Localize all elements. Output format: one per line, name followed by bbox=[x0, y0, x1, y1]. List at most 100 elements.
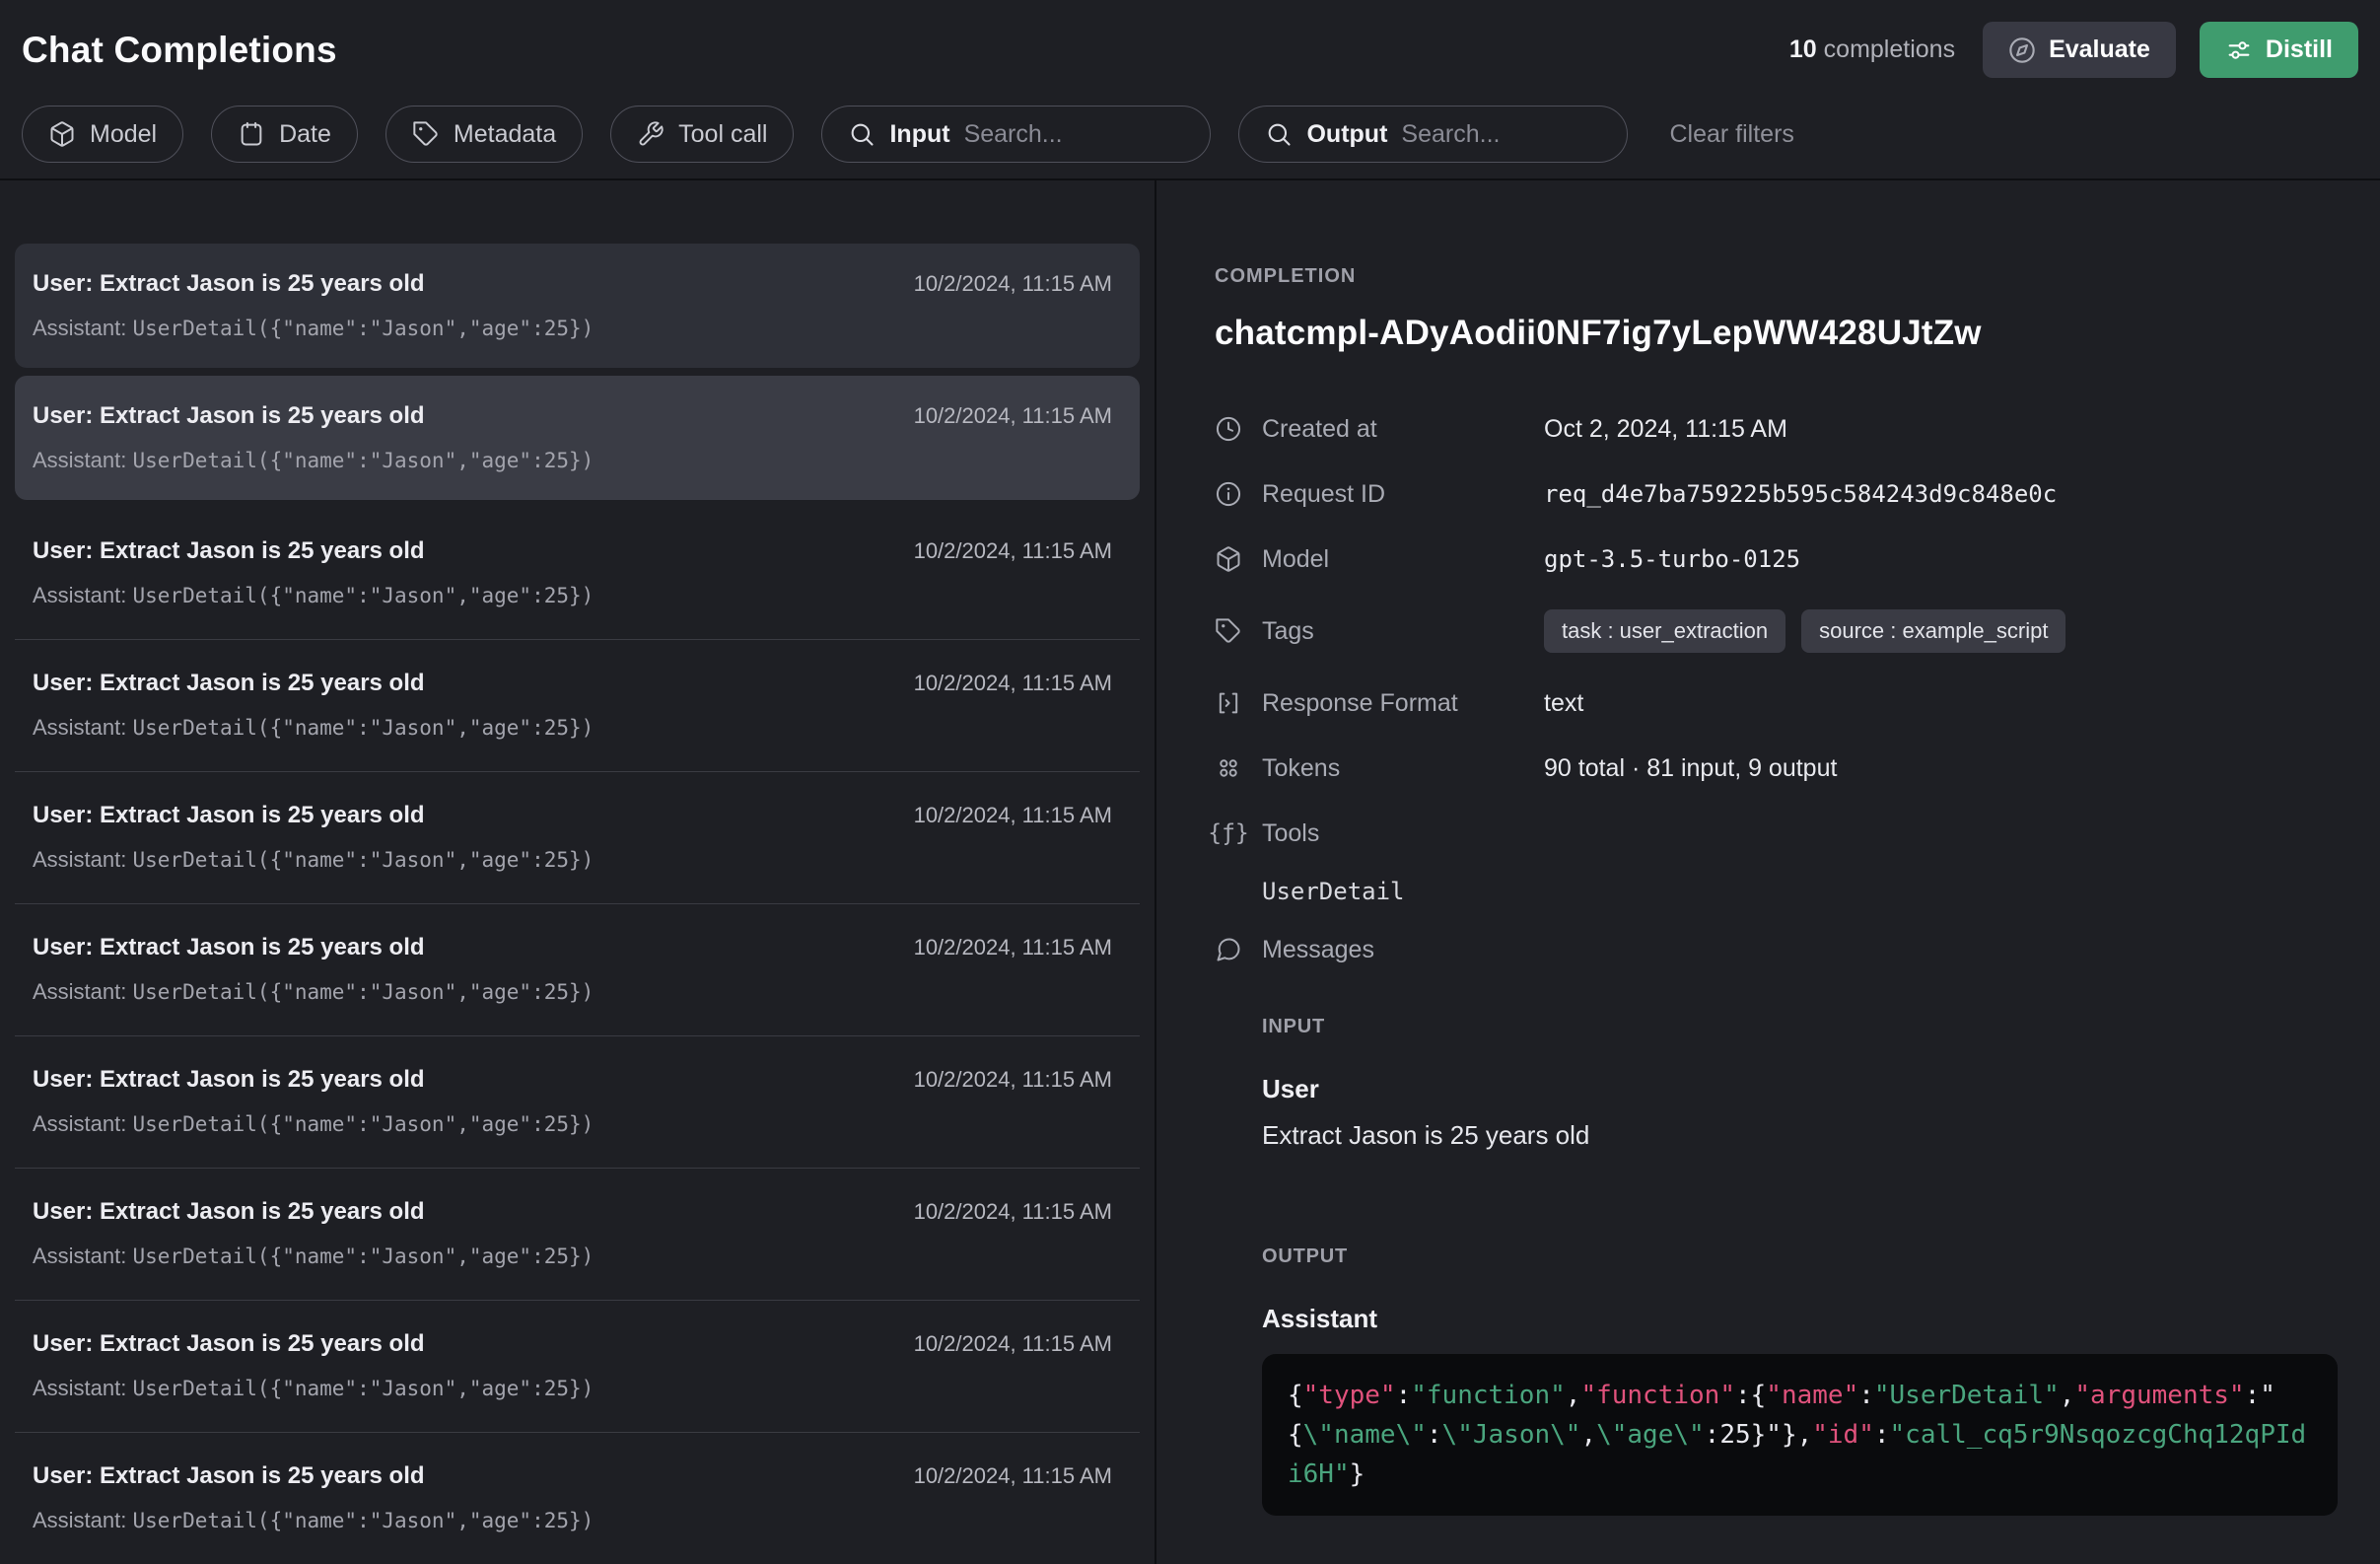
item-user-line: User: Extract Jason is 25 years old bbox=[33, 933, 425, 962]
output-search[interactable]: Output bbox=[1238, 106, 1628, 163]
sliders-icon bbox=[2225, 36, 2253, 64]
completion-list-item[interactable]: User: Extract Jason is 25 years old 10/2… bbox=[15, 1169, 1140, 1301]
info-icon bbox=[1215, 480, 1242, 508]
completion-list-item[interactable]: User: Extract Jason is 25 years old 10/2… bbox=[15, 1036, 1140, 1169]
tool-item: UserDetail bbox=[1262, 878, 2338, 905]
search-icon bbox=[848, 120, 875, 148]
item-timestamp: 10/2/2024, 11:15 AM bbox=[914, 671, 1112, 696]
item-user-line: User: Extract Jason is 25 years old bbox=[33, 401, 425, 431]
item-timestamp: 10/2/2024, 11:15 AM bbox=[914, 403, 1112, 429]
filter-pill-metadata[interactable]: Metadata bbox=[385, 106, 583, 163]
input-section-label: INPUT bbox=[1262, 1016, 2338, 1038]
request-id-value: req_d4e7ba759225b595c584243d9c848e0c bbox=[1544, 480, 2057, 508]
item-user-line: User: Extract Jason is 25 years old bbox=[33, 1065, 425, 1095]
completions-count: 10 completions bbox=[1789, 36, 1955, 64]
detail-row-created-at: Created at Oct 2, 2024, 11:15 AM bbox=[1215, 414, 2338, 444]
code-token: :{ bbox=[1735, 1381, 1766, 1410]
detail-row-request-id: Request ID req_d4e7ba759225b595c584243d9… bbox=[1215, 479, 2338, 509]
output-search-field[interactable] bbox=[1401, 120, 1601, 149]
item-user-line: User: Extract Jason is 25 years old bbox=[33, 269, 425, 299]
input-role: User bbox=[1262, 1074, 2338, 1104]
item-timestamp: 10/2/2024, 11:15 AM bbox=[914, 538, 1112, 564]
compass-icon bbox=[2008, 36, 2036, 64]
completions-list: User: Extract Jason is 25 years old 10/2… bbox=[0, 180, 1156, 1564]
detail-row-tools: {ƒ} Tools bbox=[1215, 818, 2338, 848]
tag-chip: source : example_script bbox=[1801, 609, 2065, 653]
item-user-line: User: Extract Jason is 25 years old bbox=[33, 1197, 425, 1227]
completion-list-item[interactable]: User: Extract Jason is 25 years old 10/2… bbox=[15, 244, 1140, 368]
item-assistant-line: Assistant: UserDetail({"name":"Jason","a… bbox=[33, 1110, 1112, 1138]
distill-button[interactable]: Distill bbox=[2200, 22, 2358, 78]
code-token: , bbox=[1566, 1381, 1581, 1410]
item-assistant-line: Assistant: UserDetail({"name":"Jason","a… bbox=[33, 978, 1112, 1006]
filter-bar: Model Date Metadata Tool call Input bbox=[22, 106, 2358, 178]
completion-list-item[interactable]: User: Extract Jason is 25 years old 10/2… bbox=[15, 508, 1140, 640]
input-search-field[interactable] bbox=[964, 120, 1185, 149]
code-token: \"age\" bbox=[1596, 1420, 1705, 1450]
detail-row-tokens: Tokens 90 total · 81 input, 9 output bbox=[1215, 753, 2338, 783]
date-icon bbox=[238, 120, 265, 148]
page-header: Chat Completions 10 completions Evaluate… bbox=[0, 0, 2380, 180]
code-token: , bbox=[2060, 1381, 2075, 1410]
item-assistant-line: Assistant: UserDetail({"name":"Jason","a… bbox=[33, 714, 1112, 742]
code-token: "name" bbox=[1766, 1381, 1858, 1410]
input-search[interactable]: Input bbox=[821, 106, 1211, 163]
item-timestamp: 10/2/2024, 11:15 AM bbox=[914, 803, 1112, 828]
item-timestamp: 10/2/2024, 11:15 AM bbox=[914, 1199, 1112, 1225]
evaluate-button[interactable]: Evaluate bbox=[1983, 22, 2176, 78]
tag-icon bbox=[1215, 617, 1242, 645]
item-user-line: User: Extract Jason is 25 years old bbox=[33, 1329, 425, 1359]
tokens-icon bbox=[1215, 754, 1242, 782]
completion-list-item[interactable]: User: Extract Jason is 25 years old 10/2… bbox=[15, 1301, 1140, 1433]
code-token: : bbox=[1427, 1420, 1442, 1450]
item-user-line: User: Extract Jason is 25 years old bbox=[33, 801, 425, 830]
code-token: , bbox=[1580, 1420, 1596, 1450]
completion-list-item[interactable]: User: Extract Jason is 25 years old 10/2… bbox=[15, 640, 1140, 772]
tokens-value: 90 total · 81 input, 9 output bbox=[1544, 754, 1837, 783]
created-at-value: Oct 2, 2024, 11:15 AM bbox=[1544, 415, 1787, 444]
input-search-label: Input bbox=[889, 120, 949, 149]
completion-list-item[interactable]: User: Extract Jason is 25 years old 10/2… bbox=[15, 376, 1140, 500]
completion-section-label: COMPLETION bbox=[1215, 265, 2338, 288]
code-token: "id" bbox=[1812, 1420, 1874, 1450]
completion-list-item[interactable]: User: Extract Jason is 25 years old 10/2… bbox=[15, 772, 1140, 904]
item-assistant-line: Assistant: UserDetail({"name":"Jason","a… bbox=[33, 1375, 1112, 1402]
code-token: \"name\" bbox=[1303, 1420, 1427, 1450]
search-icon bbox=[1265, 120, 1293, 148]
code-token: } bbox=[1350, 1459, 1365, 1489]
output-section-label: OUTPUT bbox=[1262, 1245, 2338, 1268]
completion-detail-panel: COMPLETION chatcmpl-ADyAodii0NF7ig7yLepW… bbox=[1156, 180, 2380, 1564]
tag-chip: task : user_extraction bbox=[1544, 609, 1785, 653]
code-token: "UserDetail" bbox=[1874, 1381, 2060, 1410]
item-user-line: User: Extract Jason is 25 years old bbox=[33, 1461, 425, 1491]
code-token: : bbox=[1858, 1381, 1874, 1410]
output-code-block: {"type":"function","function":{"name":"U… bbox=[1262, 1354, 2338, 1516]
tools-icon: {ƒ} bbox=[1215, 819, 1242, 847]
item-assistant-line: Assistant: UserDetail({"name":"Jason","a… bbox=[33, 447, 1112, 474]
item-assistant-line: Assistant: UserDetail({"name":"Jason","a… bbox=[33, 846, 1112, 874]
filter-pill-model[interactable]: Model bbox=[22, 106, 183, 163]
output-role: Assistant bbox=[1262, 1304, 2338, 1334]
output-search-label: Output bbox=[1306, 120, 1387, 149]
detail-row-response-format: Response Format text bbox=[1215, 688, 2338, 718]
completion-list-item[interactable]: User: Extract Jason is 25 years old 10/2… bbox=[15, 1433, 1140, 1564]
detail-row-messages: Messages bbox=[1215, 935, 2338, 964]
filter-pill-date[interactable]: Date bbox=[211, 106, 358, 163]
response-format-value: text bbox=[1544, 689, 1583, 718]
model-icon bbox=[48, 120, 76, 148]
item-timestamp: 10/2/2024, 11:15 AM bbox=[914, 1067, 1112, 1093]
clear-filters-button[interactable]: Clear filters bbox=[1669, 120, 1793, 149]
code-token: "function" bbox=[1580, 1381, 1735, 1410]
item-assistant-line: Assistant: UserDetail({"name":"Jason","a… bbox=[33, 1507, 1112, 1534]
code-token: { bbox=[1288, 1381, 1303, 1410]
code-token: "arguments" bbox=[2074, 1381, 2244, 1410]
code-token: "type" bbox=[1303, 1381, 1396, 1410]
item-timestamp: 10/2/2024, 11:15 AM bbox=[914, 1463, 1112, 1489]
completion-list-item[interactable]: User: Extract Jason is 25 years old 10/2… bbox=[15, 904, 1140, 1036]
tags-chips: task : user_extraction source : example_s… bbox=[1544, 609, 2065, 653]
input-message-text: Extract Jason is 25 years old bbox=[1262, 1120, 2338, 1151]
item-assistant-line: Assistant: UserDetail({"name":"Jason","a… bbox=[33, 582, 1112, 609]
filter-pill-tool-call[interactable]: Tool call bbox=[610, 106, 794, 163]
tool-call-icon bbox=[637, 120, 665, 148]
model-icon bbox=[1215, 545, 1242, 573]
